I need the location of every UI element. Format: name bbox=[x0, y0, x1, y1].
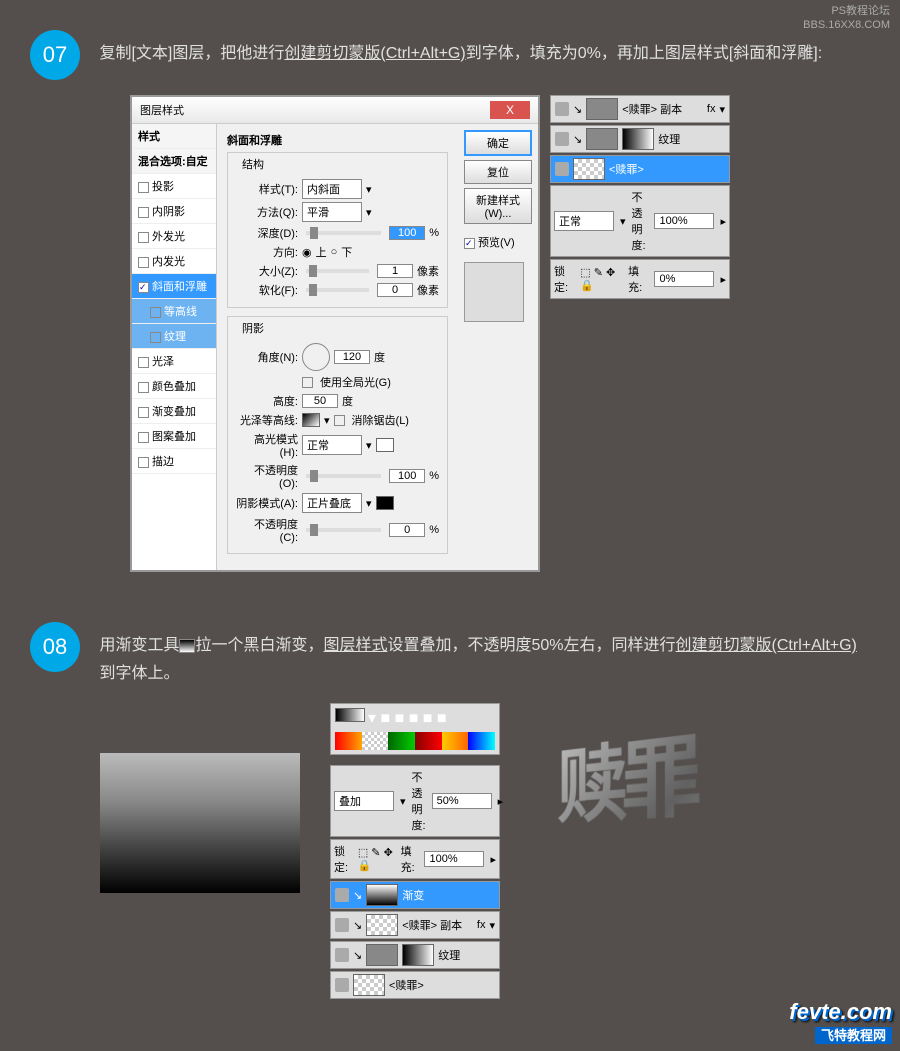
preview-thumb bbox=[464, 262, 524, 322]
layer-row-selected[interactable]: ↘渐变 bbox=[330, 881, 500, 909]
dialog-buttons: 确定 复位 新建样式(W)... 预览(V) bbox=[458, 124, 538, 570]
angle-input[interactable]: 120 bbox=[334, 350, 370, 364]
size-slider[interactable] bbox=[306, 269, 369, 273]
layers-panel-07: ↘<赎罪> 副本fx▾ ↘纹理 <赎罪> 正常▾ 不透明度:100%▸ 锁定:⬚… bbox=[550, 95, 730, 572]
styles-header: 样式 bbox=[132, 124, 216, 149]
lock-row: 锁定:⬚ ✎ ✥ 🔒 填充:0%▸ bbox=[550, 259, 730, 299]
dir-up-radio[interactable]: ◉ bbox=[302, 246, 312, 259]
blend-mode-row: 正常▾ 不透明度:100%▸ bbox=[550, 185, 730, 257]
shadow-color[interactable] bbox=[376, 496, 394, 510]
layer-row[interactable]: ↘<赎罪> 副本fx▾ bbox=[550, 95, 730, 123]
style-item[interactable]: 外发光 bbox=[132, 224, 216, 249]
style-item[interactable]: 内发光 bbox=[132, 249, 216, 274]
style-item[interactable]: 颜色叠加 bbox=[132, 374, 216, 399]
opacity-input[interactable]: 100% bbox=[654, 213, 714, 229]
style-item[interactable]: 投影 bbox=[132, 174, 216, 199]
eye-icon[interactable] bbox=[335, 888, 349, 902]
step-08-text: 用渐变工具拉一个黑白渐变，图层样式设置叠加，不透明度50%左右，同样进行创建剪切… bbox=[99, 622, 869, 688]
highlight-color[interactable] bbox=[376, 438, 394, 452]
layer-row[interactable]: <赎罪> bbox=[330, 971, 500, 999]
gloss-contour[interactable] bbox=[302, 413, 320, 427]
lock-icons[interactable]: ⬚ ✎ ✥ 🔒 bbox=[580, 266, 622, 292]
fill-input[interactable]: 0% bbox=[654, 271, 714, 287]
preview-checkbox[interactable] bbox=[464, 238, 475, 249]
cancel-button[interactable]: 复位 bbox=[464, 160, 532, 184]
style-item-contour[interactable]: 等高线 bbox=[132, 299, 216, 324]
blend-mode-select[interactable]: 正常 bbox=[554, 211, 614, 231]
highlight-opacity-input[interactable]: 100 bbox=[389, 469, 425, 483]
layer-row[interactable]: ↘纹理 bbox=[550, 125, 730, 153]
highlight-opacity-slider[interactable] bbox=[306, 474, 381, 478]
style-item[interactable]: 光泽 bbox=[132, 349, 216, 374]
shadow-mode-select[interactable]: 正片叠底 bbox=[302, 493, 362, 513]
style-item[interactable]: 描边 bbox=[132, 449, 216, 474]
footer-logo: fevte.com 飞特教程网 bbox=[789, 999, 892, 1045]
gradient-picker[interactable]: ▾ ■ ■ ■ ■ ■ bbox=[330, 703, 500, 755]
eye-icon[interactable] bbox=[555, 132, 569, 146]
size-input[interactable]: 1 bbox=[377, 264, 413, 278]
style-item[interactable]: 图案叠加 bbox=[132, 424, 216, 449]
depth-input[interactable]: 100 bbox=[389, 226, 425, 240]
step-07: 07 复制[文本]图层，把他进行创建剪切蒙版(Ctrl+Alt+G)到字体，填充… bbox=[0, 0, 900, 592]
fill-input[interactable]: 100% bbox=[424, 851, 484, 867]
eye-icon[interactable] bbox=[335, 918, 349, 932]
eye-icon[interactable] bbox=[555, 162, 569, 176]
gradient-tool-icon bbox=[179, 639, 195, 653]
layer-style-dialog: 图层样式 X 样式 混合选项:自定 投影 内阴影 外发光 内发光 斜面和浮雕 等… bbox=[130, 95, 540, 572]
style-item-bevel[interactable]: 斜面和浮雕 bbox=[132, 274, 216, 299]
style-select[interactable]: 内斜面 bbox=[302, 179, 362, 199]
result-text-effect: 赎罪 bbox=[530, 703, 870, 903]
eye-icon[interactable] bbox=[335, 948, 349, 962]
close-icon[interactable]: X bbox=[490, 101, 530, 119]
ok-button[interactable]: 确定 bbox=[464, 130, 532, 156]
style-item-texture[interactable]: 纹理 bbox=[132, 324, 216, 349]
layer-row-selected[interactable]: <赎罪> bbox=[550, 155, 730, 183]
layer-row[interactable]: ↘纹理 bbox=[330, 941, 500, 969]
gradient-preview bbox=[100, 753, 300, 893]
style-item[interactable]: 内阴影 bbox=[132, 199, 216, 224]
step-07-text: 复制[文本]图层，把他进行创建剪切蒙版(Ctrl+Alt+G)到字体，填充为0%… bbox=[99, 30, 869, 68]
layers-panel-08: 叠加▾不透明度:50%▸ 锁定:⬚ ✎ ✥ 🔒填充:100%▸ ↘渐变 ↘<赎罪… bbox=[330, 765, 500, 999]
step-08: 08 用渐变工具拉一个黑白渐变，图层样式设置叠加，不透明度50%左右，同样进行创… bbox=[0, 592, 900, 1051]
blend-header[interactable]: 混合选项:自定 bbox=[132, 149, 216, 174]
highlight-mode-select[interactable]: 正常 bbox=[302, 435, 362, 455]
style-item[interactable]: 渐变叠加 bbox=[132, 399, 216, 424]
global-light-checkbox[interactable] bbox=[302, 377, 313, 388]
method-select[interactable]: 平滑 bbox=[302, 202, 362, 222]
shadow-opacity-input[interactable]: 0 bbox=[389, 523, 425, 537]
step-badge-07: 07 bbox=[30, 30, 80, 80]
altitude-input[interactable]: 50 bbox=[302, 394, 338, 408]
new-style-button[interactable]: 新建样式(W)... bbox=[464, 188, 532, 224]
lock-icons[interactable]: ⬚ ✎ ✥ 🔒 bbox=[358, 846, 395, 872]
antialias-checkbox[interactable] bbox=[334, 415, 345, 426]
watermark: PS教程论坛 BBS.16XX8.COM bbox=[803, 4, 890, 32]
style-list: 样式 混合选项:自定 投影 内阴影 外发光 内发光 斜面和浮雕 等高线 纹理 光… bbox=[132, 124, 217, 570]
dialog-titlebar: 图层样式 X bbox=[132, 97, 538, 124]
shadow-opacity-slider[interactable] bbox=[306, 528, 381, 532]
depth-slider[interactable] bbox=[306, 231, 381, 235]
opacity-input[interactable]: 50% bbox=[432, 793, 492, 809]
angle-dial[interactable] bbox=[302, 343, 330, 371]
eye-icon[interactable] bbox=[555, 102, 569, 116]
step-badge-08: 08 bbox=[30, 622, 80, 672]
layer-row[interactable]: ↘<赎罪> 副本fx▾ bbox=[330, 911, 500, 939]
soft-input[interactable]: 0 bbox=[377, 283, 413, 297]
eye-icon[interactable] bbox=[335, 978, 349, 992]
soft-slider[interactable] bbox=[306, 288, 369, 292]
blend-mode-select[interactable]: 叠加 bbox=[334, 791, 394, 811]
bevel-settings: 斜面和浮雕 结构 样式(T):内斜面 ▾ 方法(Q):平滑 ▾ 深度(D):10… bbox=[217, 124, 458, 570]
dir-down-radio[interactable]: ○ bbox=[331, 246, 338, 258]
